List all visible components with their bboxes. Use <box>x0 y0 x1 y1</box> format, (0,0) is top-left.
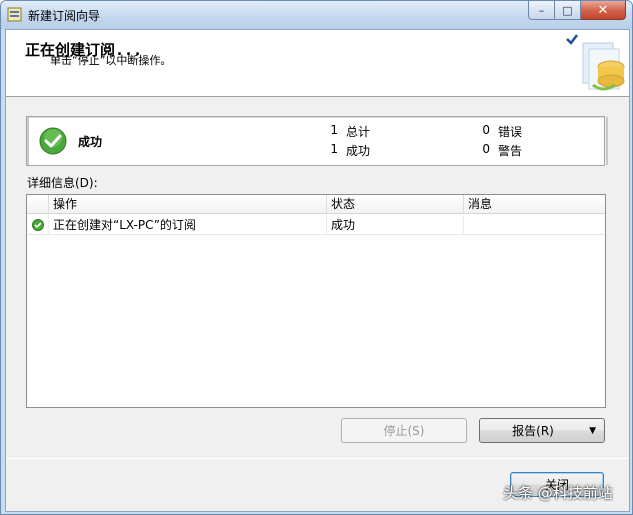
stat-total-label: 总计 <box>346 125 371 139</box>
row-icon-cell <box>27 215 49 235</box>
summary-panel: 成功 1 总计 0 错误 1 成功 0 警告 <box>26 116 608 166</box>
row-action: 正在创建对“LX-PC”的订阅 <box>49 215 327 235</box>
stat-warnings-label: 警告 <box>498 144 523 158</box>
column-header-status[interactable]: 状态 <box>327 195 464 214</box>
stop-button[interactable]: 停止(S) <box>341 418 467 443</box>
maximize-button[interactable]: □ <box>555 1 581 20</box>
row-message <box>464 215 605 235</box>
stat-errors: 0 错误 <box>482 123 522 140</box>
table-header: 操作 状态 消息 <box>27 195 605 214</box>
details-label: 详细信息(D): <box>27 176 98 190</box>
summary-status: 成功 <box>78 135 103 149</box>
stat-total: 1 总计 <box>330 123 370 140</box>
stat-errors-count: 0 <box>482 123 490 137</box>
close-window-button[interactable]: ✕ <box>581 1 626 20</box>
report-button-label: 报告(R) <box>512 424 554 438</box>
page-subtitle: 单击“停止”以中断操作。 <box>50 54 172 67</box>
watermark-text: 头条 @科技前站 <box>503 484 613 502</box>
stat-success-count: 1 <box>330 142 338 156</box>
dropdown-arrow-icon: ▼ <box>589 426 596 436</box>
stat-total-count: 1 <box>330 123 338 137</box>
stat-success: 1 成功 <box>330 142 370 159</box>
app-icon <box>7 7 22 22</box>
success-icon <box>31 219 44 231</box>
footer-divider <box>6 458 629 459</box>
table-row[interactable]: 正在创建对“LX-PC”的订阅 成功 <box>27 215 605 235</box>
title-bar: 新建订阅向导 – □ ✕ <box>1 1 632 29</box>
subscription-wizard-icon <box>566 34 625 91</box>
details-table: 操作 状态 消息 正在创建对“LX-PC”的订阅 成功 <box>26 194 606 408</box>
dialog-client: 正在创建订阅... 单击“停止”以中断操作。 成功 1 总计 0 错误 1 成功… <box>5 29 630 512</box>
stat-warnings: 0 警告 <box>482 142 522 159</box>
report-button[interactable]: 报告(R) ▼ <box>479 418 605 443</box>
column-header-message[interactable]: 消息 <box>464 195 605 214</box>
stat-success-label: 成功 <box>346 144 371 158</box>
stat-warnings-count: 0 <box>482 142 490 156</box>
minimize-button[interactable]: – <box>528 1 555 20</box>
window-title: 新建订阅向导 <box>28 9 101 23</box>
column-header-icon[interactable] <box>27 195 49 214</box>
stat-errors-label: 错误 <box>498 125 523 139</box>
column-header-action[interactable]: 操作 <box>49 195 327 214</box>
wizard-window: 新建订阅向导 – □ ✕ 正在创建订阅... 单击“停止”以中断操作。 成功 1… <box>0 0 633 515</box>
success-check-icon <box>39 127 67 155</box>
window-controls: – □ ✕ <box>528 1 626 20</box>
row-status: 成功 <box>327 215 464 235</box>
wizard-header: 正在创建订阅... 单击“停止”以中断操作。 <box>6 30 629 97</box>
